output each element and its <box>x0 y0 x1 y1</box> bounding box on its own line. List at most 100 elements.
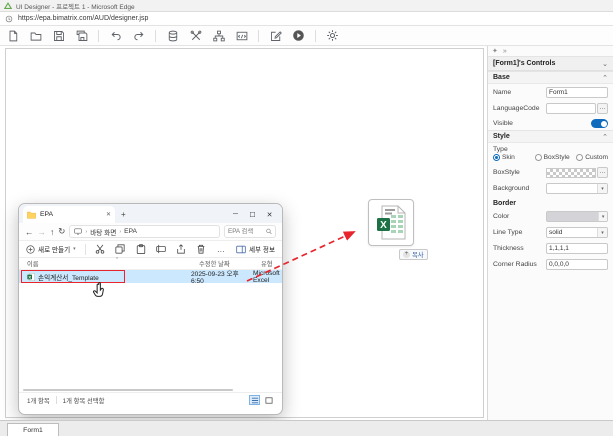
thickness-input[interactable] <box>546 243 608 254</box>
delete-icon[interactable] <box>196 243 207 255</box>
list-empty-area[interactable] <box>19 283 282 388</box>
details-view-icon[interactable] <box>249 395 260 405</box>
form-tab-strip: Form1 <box>0 420 613 436</box>
url-text[interactable]: https://epa.bimatrix.com/AUD/designer.js… <box>18 15 148 22</box>
search-input[interactable] <box>228 228 266 235</box>
section-style[interactable]: Style ⌃ <box>488 130 613 143</box>
dropdown-arrow-icon[interactable]: ▾ <box>597 228 607 237</box>
chevron-up-icon[interactable]: ⌃ <box>602 74 608 82</box>
tab-close-icon[interactable]: ✕ <box>106 211 111 218</box>
boxstyle-browse-button[interactable]: … <box>597 167 608 178</box>
selected-count: 1개 항목 선택함 <box>63 396 105 405</box>
item-count: 1개 항목 <box>27 396 50 405</box>
explorer-tab-epa[interactable]: EPA ✕ <box>23 206 115 223</box>
window-controls: ─ ☐ ✕ <box>227 207 278 222</box>
save-all-icon[interactable] <box>75 29 88 42</box>
excel-small-icon: X <box>27 273 35 281</box>
new-file-icon[interactable] <box>6 29 19 42</box>
name-row: Name <box>488 84 613 100</box>
command-separator <box>85 244 86 255</box>
rename-icon[interactable] <box>155 243 166 255</box>
svg-text:X: X <box>380 220 387 231</box>
edit-icon[interactable] <box>269 29 282 42</box>
file-name[interactable]: 손익계산서_Template <box>38 272 99 282</box>
chevron-down-icon[interactable]: ⌄ <box>602 60 608 68</box>
visible-toggle[interactable] <box>591 119 608 128</box>
page-info-icon[interactable] <box>5 15 13 23</box>
close-button[interactable]: ✕ <box>261 207 278 222</box>
line-type-row: Line Type solid▾ <box>488 224 613 240</box>
forward-icon[interactable]: → <box>38 227 47 237</box>
pin-icon[interactable]: ✦ <box>492 47 498 55</box>
more-options-icon[interactable]: … <box>216 243 227 255</box>
languagecode-input[interactable] <box>546 103 596 114</box>
maximize-button[interactable]: ☐ <box>244 207 261 222</box>
share-icon[interactable] <box>175 243 186 255</box>
new-button[interactable]: 새로 만들기 ▾ <box>26 244 76 254</box>
explorer-command-bar: 새로 만들기 ▾ … 세부 정보 <box>19 241 282 258</box>
controls-header[interactable]: [Form1]'s Controls ⌄ <box>488 57 613 71</box>
svg-text:X: X <box>28 274 31 279</box>
dropdown-arrow-icon[interactable]: ▾ <box>598 212 607 221</box>
section-base[interactable]: Base ⌃ <box>488 71 613 84</box>
database-icon[interactable] <box>166 29 179 42</box>
background-dropdown[interactable]: ▾ <box>546 183 608 194</box>
cut-icon[interactable] <box>95 243 106 255</box>
file-row-selected[interactable]: X 손익계산서_Template 2025-09-23 오후 6:50 Micr… <box>19 270 282 283</box>
minimize-button[interactable]: ─ <box>227 207 244 222</box>
settings-icon[interactable] <box>326 29 339 42</box>
refresh-icon[interactable]: ↻ <box>58 226 65 237</box>
name-input[interactable] <box>546 87 608 98</box>
radio-boxstyle[interactable]: BoxStyle <box>535 154 577 161</box>
column-type[interactable]: 유형 <box>261 259 282 268</box>
toolbar-separator <box>315 30 316 42</box>
favicon-icon <box>4 2 12 10</box>
details-pane-button[interactable]: 세부 정보 <box>236 244 275 254</box>
explorer-tabbar: EPA ✕ + ─ ☐ ✕ <box>19 204 282 223</box>
column-name[interactable]: 이름 <box>27 259 199 268</box>
line-type-value: solid <box>549 229 562 236</box>
line-type-dropdown[interactable]: solid ▾ <box>546 227 608 238</box>
undo-icon[interactable] <box>109 29 122 42</box>
tab-form1[interactable]: Form1 <box>7 423 59 436</box>
sitemap-icon[interactable] <box>212 29 225 42</box>
corner-radius-input[interactable] <box>546 259 608 270</box>
up-icon[interactable]: ↑ <box>50 227 54 237</box>
breadcrumb-desktop[interactable]: 바탕 화면 <box>90 227 116 237</box>
dragged-excel-file[interactable]: X <box>368 199 414 246</box>
run-icon[interactable] <box>292 29 305 42</box>
section-base-label: Base <box>493 74 510 81</box>
large-icons-view-icon[interactable] <box>263 395 274 405</box>
collapse-panel-icon[interactable]: » <box>503 48 507 55</box>
boxstyle-swatch[interactable] <box>546 168 596 178</box>
toolbar-separator <box>258 30 259 42</box>
dropdown-arrow-icon[interactable]: ▾ <box>597 184 607 193</box>
corner-radius-row: Corner Radius <box>488 256 613 272</box>
radio-skin[interactable]: Skin <box>493 154 535 161</box>
radio-skin-label: Skin <box>502 154 515 161</box>
copy-icon[interactable] <box>115 243 126 255</box>
status-bar: 1개 항목 1개 항목 선택함 <box>19 392 282 407</box>
border-color-dropdown[interactable]: ▾ <box>546 211 608 222</box>
chevron-right-icon: › <box>119 229 121 235</box>
new-tab-icon[interactable]: + <box>121 210 126 219</box>
redo-icon[interactable] <box>132 29 145 42</box>
breadcrumb-epa[interactable]: EPA <box>124 228 137 235</box>
address-bar[interactable]: › 바탕 화면 › EPA <box>69 225 220 238</box>
explorer-search[interactable] <box>224 225 276 238</box>
copy-label: 복사 <box>412 250 424 259</box>
scrollbar-thumb[interactable] <box>23 389 233 392</box>
radio-custom[interactable]: Custom <box>576 154 608 161</box>
url-bar[interactable]: https://epa.bimatrix.com/AUD/designer.js… <box>0 12 613 26</box>
languagecode-browse-button[interactable]: … <box>597 103 608 114</box>
chevron-up-icon[interactable]: ⌃ <box>602 133 608 141</box>
open-folder-icon[interactable] <box>29 29 42 42</box>
save-icon[interactable] <box>52 29 65 42</box>
back-icon[interactable]: ← <box>25 227 34 237</box>
tools-icon[interactable] <box>189 29 202 42</box>
column-date[interactable]: 수정한 날짜 <box>199 259 261 268</box>
toolbar-separator <box>98 30 99 42</box>
languagecode-label: LanguageCode <box>493 105 540 112</box>
paste-icon[interactable] <box>135 243 146 255</box>
script-icon[interactable] <box>235 29 248 42</box>
